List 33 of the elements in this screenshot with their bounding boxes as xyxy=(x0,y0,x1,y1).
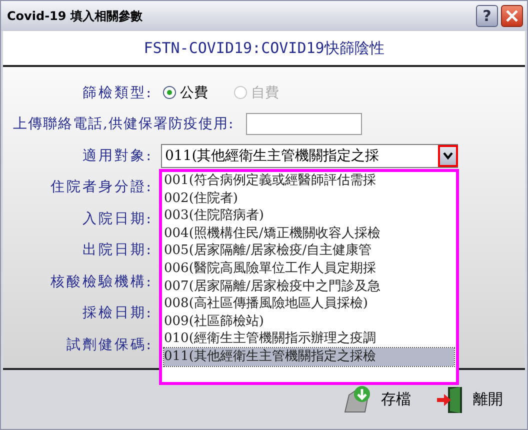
dropdown-option[interactable]: 011(其他經衛生主管機關指定之採檢 xyxy=(164,348,454,366)
field-label: 入院日期: xyxy=(81,210,153,228)
dropdown-option[interactable]: 006(醫院高風險單位工作人員定期採 xyxy=(164,260,454,278)
save-button[interactable]: 存檔 xyxy=(343,384,411,414)
window-title: Covid-19 填入相關參數 xyxy=(7,8,142,24)
dropdown-option[interactable]: 008(高社區傳播風險地區人員採檢) xyxy=(164,295,454,313)
form-title: FSTN-COVID19:COVID19快篩陰性 xyxy=(144,38,384,58)
exit-button[interactable]: 離開 xyxy=(435,384,503,414)
field-label: 適用對象: xyxy=(81,146,153,165)
close-icon xyxy=(505,9,519,23)
target-dropdown[interactable]: 011(其他經衛生主管機關指定之採 xyxy=(161,144,458,168)
caret-down-icon xyxy=(443,152,453,160)
dropdown-option[interactable]: 007(居家隔離/居家檢疫中之門診及急 xyxy=(164,278,454,296)
dropdown-option[interactable]: 005(居家隔離/居家檢疫/自主健康管 xyxy=(164,242,454,260)
field-label: 試劑健保碼: xyxy=(65,336,153,354)
close-button[interactable] xyxy=(501,5,523,27)
dropdown-option[interactable]: 010(經衛生主管機關指示辦理之疫調 xyxy=(164,330,454,348)
phone-field[interactable] xyxy=(246,113,362,136)
field-label: 住院者身分證: xyxy=(49,178,153,196)
dropdown-option[interactable]: 004(照機構住民/矯正機關收容人採檢 xyxy=(164,224,454,242)
dropdown-option[interactable]: 001(符合病例定義或經醫師評估需採 xyxy=(164,172,454,190)
radio-option[interactable]: 公費 xyxy=(163,84,208,102)
dropdown-arrow-button[interactable] xyxy=(438,144,458,167)
exit-door-icon xyxy=(435,384,465,414)
field-label: 篩檢類型: xyxy=(81,84,153,102)
dropdown-option[interactable]: 009(社區篩檢站) xyxy=(164,312,454,330)
help-button[interactable]: ? xyxy=(476,5,498,27)
dropdown-option[interactable]: 003(住院陪病者) xyxy=(164,207,454,225)
dropdown-option[interactable]: 002(住院者) xyxy=(164,190,454,208)
field-label: 出院日期: xyxy=(81,241,153,260)
field-label: 核酸檢驗機構: xyxy=(49,272,153,291)
field-label: 採檢日期: xyxy=(81,304,153,322)
field-label: 上傳聯絡電話,供健保署防疫使用: xyxy=(12,115,234,134)
